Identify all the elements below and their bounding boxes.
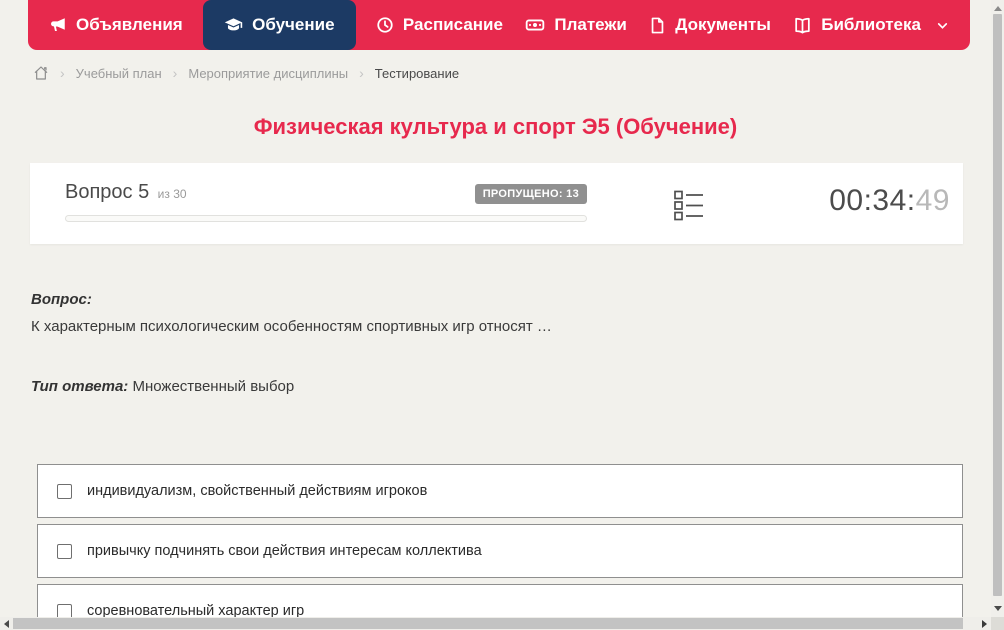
question-number: Вопрос 5 bbox=[65, 181, 150, 203]
breadcrumb: › Учебный план › Мероприятие дисциплины … bbox=[33, 63, 459, 83]
horizontal-scrollbar[interactable] bbox=[0, 617, 991, 630]
answer-option-label: индивидуализм, свойственный действиям иг… bbox=[87, 483, 428, 499]
page-title: Физическая культура и спорт Э5 (Обучение… bbox=[253, 114, 738, 139]
nav-item-label: Обучение bbox=[252, 15, 335, 34]
answer-option-label: соревновательный характер игр bbox=[87, 603, 305, 617]
question-header-card: Вопрос 5 из 30 ПРОПУЩЕНО: 13 00:34:49 bbox=[30, 163, 963, 244]
timer-seconds: 49 bbox=[915, 184, 950, 217]
question-block: Вопрос: К характерным психологическим ос… bbox=[31, 291, 931, 335]
top-navigation: Объявления Обучение Расписание Платежи Д… bbox=[28, 0, 970, 50]
home-icon[interactable] bbox=[33, 65, 49, 81]
breadcrumb-separator: › bbox=[359, 65, 364, 81]
timer: 00:34:49 bbox=[829, 184, 950, 218]
scroll-down-arrow-icon[interactable] bbox=[993, 606, 1002, 611]
horizontal-scrollbar-thumb[interactable] bbox=[13, 618, 963, 629]
clock-icon bbox=[376, 16, 394, 34]
nav-item-library[interactable]: Библиотека bbox=[791, 0, 951, 50]
vertical-scrollbar-thumb[interactable] bbox=[993, 14, 1002, 596]
nav-item-label: Библиотека bbox=[821, 15, 921, 34]
question-list-icon[interactable] bbox=[674, 189, 704, 227]
graduation-cap-icon bbox=[224, 16, 243, 35]
nav-item-label: Документы bbox=[675, 15, 771, 34]
scroll-up-arrow-icon[interactable] bbox=[993, 6, 1002, 11]
open-book-icon bbox=[793, 16, 812, 35]
answer-option[interactable]: индивидуализм, свойственный действиям иг… bbox=[37, 464, 963, 518]
nav-item-payments[interactable]: Платежи bbox=[523, 0, 629, 50]
vertical-scrollbar[interactable] bbox=[991, 0, 1004, 617]
skipped-badge: ПРОПУЩЕНО: 13 bbox=[474, 184, 587, 204]
breadcrumb-separator: › bbox=[172, 65, 178, 81]
timer-hours-minutes: 00:34: bbox=[829, 184, 916, 217]
answer-options: индивидуализм, свойственный действиям иг… bbox=[37, 464, 963, 617]
question-progress-area: Вопрос 5 из 30 ПРОПУЩЕНО: 13 bbox=[65, 181, 587, 222]
answer-type-label: Тип ответа: bbox=[31, 378, 129, 395]
nav-item-documents[interactable]: Документы bbox=[647, 0, 773, 50]
nav-item-label: Расписание bbox=[402, 15, 503, 34]
banknote-icon bbox=[525, 15, 545, 35]
nav-item-announcements[interactable]: Объявления bbox=[47, 0, 185, 50]
quiz-page: Объявления Обучение Расписание Платежи Д… bbox=[0, 0, 1004, 630]
nav-item-label: Объявления bbox=[76, 15, 183, 34]
question-heading: Вопрос: bbox=[31, 291, 92, 308]
answer-option-label: привычку подчинять свои действия интерес… bbox=[87, 543, 482, 559]
document-icon bbox=[649, 17, 666, 34]
breadcrumb-separator: › bbox=[60, 65, 65, 81]
checkbox[interactable] bbox=[57, 543, 72, 559]
progress-bar bbox=[65, 215, 587, 222]
breadcrumb-item-discipline-event[interactable]: Мероприятие дисциплины bbox=[188, 66, 348, 81]
answer-option[interactable]: соревновательный характер игр bbox=[37, 584, 963, 617]
breadcrumb-item-curriculum[interactable]: Учебный план bbox=[76, 66, 162, 81]
question-total: из 30 bbox=[157, 187, 187, 201]
page-content: Объявления Обучение Расписание Платежи Д… bbox=[0, 0, 991, 617]
breadcrumb-item-testing: Тестирование bbox=[374, 65, 460, 81]
answer-type-value: Множественный выбор bbox=[132, 378, 295, 395]
answer-option[interactable]: привычку подчинять свои действия интерес… bbox=[37, 524, 963, 578]
checkbox[interactable] bbox=[57, 483, 72, 499]
nav-item-learning[interactable]: Обучение bbox=[203, 0, 356, 50]
megaphone-icon bbox=[49, 16, 67, 34]
chevron-down-icon bbox=[936, 19, 949, 32]
answer-type-block: Тип ответа: Множественный выбор bbox=[31, 378, 294, 395]
nav-item-label: Платежи bbox=[554, 15, 627, 34]
scroll-right-arrow-icon[interactable] bbox=[982, 619, 987, 628]
scroll-left-arrow-icon[interactable] bbox=[4, 619, 9, 628]
nav-item-schedule[interactable]: Расписание bbox=[374, 0, 505, 50]
checkbox[interactable] bbox=[57, 603, 72, 617]
question-text: К характерным психологическим особенност… bbox=[31, 318, 552, 335]
question-counter: Вопрос 5 из 30 bbox=[65, 181, 187, 204]
scrollbar-corner bbox=[991, 617, 1004, 630]
